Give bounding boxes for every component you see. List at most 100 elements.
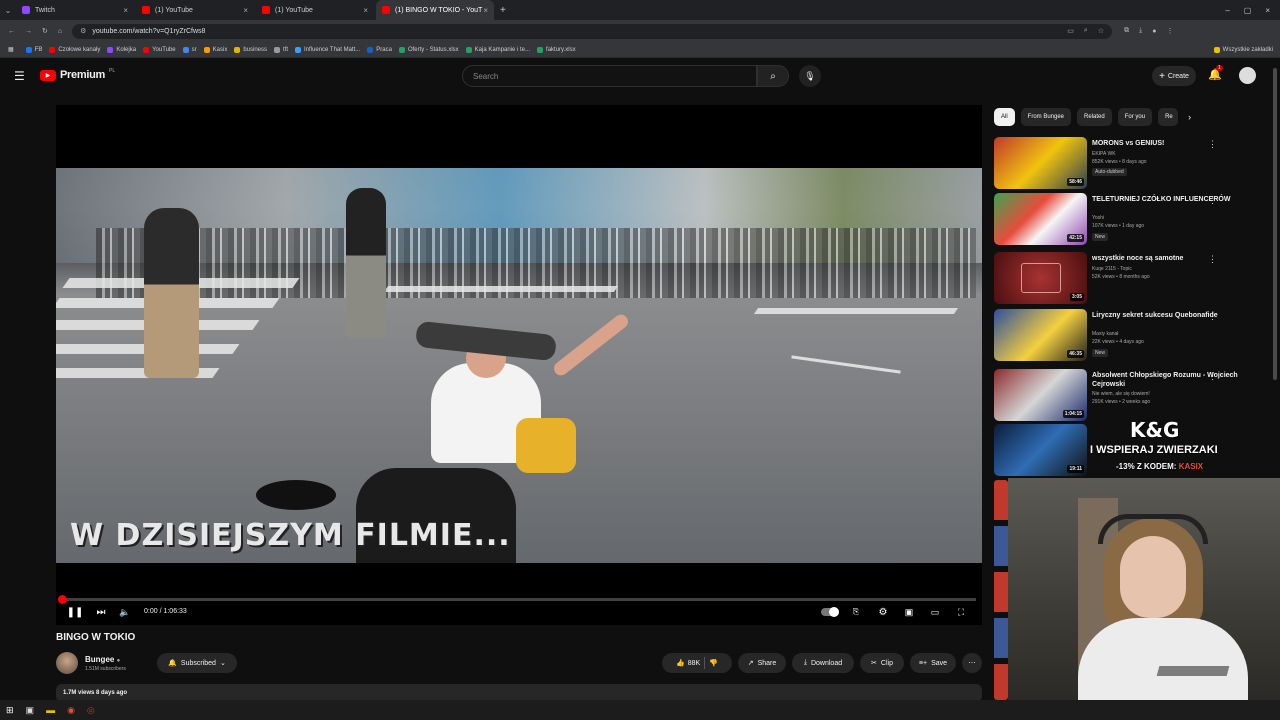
chip-all[interactable]: All xyxy=(994,108,1015,126)
bookmark-item[interactable]: Czołowe kanały xyxy=(49,46,100,53)
more-icon[interactable]: ⋮ xyxy=(1208,311,1217,322)
video-frame[interactable]: W DZISIEJSZYM FILMIE... xyxy=(56,168,982,563)
bookmark-item[interactable]: Oferty - Status.xlsx xyxy=(398,46,459,53)
voice-search-button[interactable]: 🎙 xyxy=(799,65,821,87)
video-thumbnail[interactable]: 46:35 xyxy=(994,309,1087,361)
notifications-button[interactable]: 🔔 1 xyxy=(1208,65,1223,81)
create-button[interactable]: + Create xyxy=(1152,66,1196,86)
cast-icon[interactable]: ▭ xyxy=(1067,27,1074,35)
apps-icon[interactable]: ▦ xyxy=(8,46,14,53)
subtitles-button[interactable]: ⎘ xyxy=(849,605,863,619)
bookmark-item[interactable]: business xyxy=(234,46,267,53)
download-button[interactable]: ⤓ Download xyxy=(792,653,854,673)
browser-tab-youtube-2[interactable]: (1) YouTube × xyxy=(256,0,374,20)
browser-menu-icon[interactable]: ⋮ xyxy=(1166,27,1173,35)
close-icon[interactable]: × xyxy=(483,6,488,15)
more-actions-button[interactable]: ⋯ xyxy=(962,653,982,673)
search-input[interactable]: Search xyxy=(462,65,757,87)
video-thumbnail[interactable]: 1:04:15 xyxy=(994,369,1087,421)
more-icon[interactable]: ⋮ xyxy=(1208,139,1217,150)
fullscreen-button[interactable]: ⛶ xyxy=(954,605,968,619)
reload-icon[interactable]: ↻ xyxy=(42,27,48,35)
bookmark-item[interactable]: faktury.xlsx xyxy=(537,46,576,53)
download-icon[interactable]: ⤓ xyxy=(1139,27,1142,35)
bookmark-item[interactable]: Praca xyxy=(367,46,392,53)
bookmark-item[interactable]: Influence That Matt... xyxy=(295,46,360,53)
clip-button[interactable]: ✂ Clip xyxy=(860,653,904,673)
minimize-icon[interactable]: – xyxy=(1225,6,1229,15)
bookmark-item[interactable]: YouTube xyxy=(143,46,176,53)
pause-button[interactable]: ❚❚ xyxy=(67,605,84,619)
bookmark-item[interactable]: Kaja Kampanie i te... xyxy=(465,46,530,53)
chip-for-you[interactable]: For you xyxy=(1117,108,1153,126)
close-window-icon[interactable]: × xyxy=(1265,6,1270,15)
close-icon[interactable]: × xyxy=(363,6,368,15)
progress-scrubber[interactable] xyxy=(58,595,67,604)
progress-bar[interactable] xyxy=(58,595,976,604)
subscribed-button[interactable]: 🔔 Subscribed ⌄ xyxy=(157,653,237,673)
theater-mode-button[interactable]: ▭ xyxy=(928,605,942,619)
app-icon[interactable]: ◎ xyxy=(87,705,95,716)
bookmark-item[interactable]: tft xyxy=(274,46,288,53)
dislike-button[interactable]: 👎 xyxy=(709,659,718,667)
chrome-icon[interactable]: ◉ xyxy=(67,705,75,716)
all-bookmarks[interactable]: Wszystkie zakładki xyxy=(1213,46,1273,53)
youtube-logo[interactable]: ▶ Premium PL xyxy=(40,68,115,81)
home-icon[interactable]: ⌂ xyxy=(58,28,62,35)
search-button[interactable]: ⌕ xyxy=(757,65,789,87)
channel-avatar[interactable] xyxy=(56,652,78,674)
account-avatar[interactable] xyxy=(1239,67,1256,84)
miniplayer-button[interactable]: ▣ xyxy=(902,605,916,619)
back-icon[interactable]: ← xyxy=(8,28,15,35)
video-thumbnail[interactable]: 19:11 xyxy=(994,424,1087,476)
video-player[interactable]: W DZISIEJSZYM FILMIE... ❚❚ ⏭ 🔈 0:00 / 1:… xyxy=(56,105,982,625)
bookmark-item[interactable]: FB xyxy=(25,46,42,53)
bookmark-item[interactable]: sr xyxy=(182,46,197,53)
bookmark-item[interactable]: Kasix xyxy=(203,46,227,53)
more-icon[interactable]: ⋮ xyxy=(1208,371,1217,382)
channel-name[interactable]: Bungee ● xyxy=(85,655,120,664)
chip-recently-uploaded[interactable]: Re xyxy=(1158,108,1179,126)
file-explorer-icon[interactable]: ▬ xyxy=(46,705,55,715)
video-thumbnail[interactable]: 58:46 xyxy=(994,137,1087,189)
star-icon[interactable]: ☆ xyxy=(1098,27,1104,35)
like-button[interactable]: 👍 88K xyxy=(676,659,700,668)
maximize-icon[interactable]: ▢ xyxy=(1244,6,1252,15)
sidebar-scrollbar[interactable] xyxy=(1273,68,1277,380)
duration-badge: 19:11 xyxy=(1067,465,1084,473)
settings-gear-icon[interactable]: ⚙ xyxy=(876,605,890,619)
autoplay-toggle[interactable] xyxy=(820,605,840,619)
more-icon[interactable]: ⋮ xyxy=(1208,195,1217,206)
chip-related[interactable]: Related xyxy=(1077,108,1112,126)
save-button[interactable]: ≡+ Save xyxy=(910,653,956,673)
close-icon[interactable]: × xyxy=(123,6,128,15)
volume-button[interactable]: 🔈 xyxy=(118,605,132,619)
recommendation-item[interactable]: 42:15 TELETURNIEJ CZÓŁKO INFLUENCERÓW Yo… xyxy=(994,193,1270,245)
close-icon[interactable]: × xyxy=(243,6,248,15)
video-thumbnail[interactable]: 3:05 xyxy=(994,252,1087,304)
task-view-icon[interactable]: ▣ xyxy=(26,705,35,716)
recommendation-item[interactable]: 46:35 Liryczny sekret sukcesu Quebonafid… xyxy=(994,309,1270,361)
tab-menu-icon[interactable]: ⌄ xyxy=(0,6,16,15)
recommendation-item[interactable]: 3:05 wszystkie noce są samotne Kuqe 2115… xyxy=(994,252,1270,304)
next-button[interactable]: ⏭ xyxy=(94,605,108,619)
chip-from-channel[interactable]: From Bungee xyxy=(1020,108,1072,126)
browser-tab-active[interactable]: (1) BINGO W TOKIO - YouT × xyxy=(376,0,494,20)
url-field[interactable]: ⚙ youtube.com/watch?v=Q1ryZrCfws8 ▭ ⌕ ☆ xyxy=(72,23,1113,39)
forward-icon[interactable]: → xyxy=(25,28,32,35)
windows-start-icon[interactable]: ⊞ xyxy=(6,705,14,716)
video-thumbnail[interactable]: 42:15 xyxy=(994,193,1087,245)
share-button[interactable]: ↗ Share xyxy=(738,653,786,673)
chevron-right-icon[interactable]: › xyxy=(1188,108,1191,126)
recommendation-item[interactable]: 58:46 MORONS vs GENIUS! EKIPA WK 852K vi… xyxy=(994,137,1270,189)
bookmark-item[interactable]: Kolejka xyxy=(107,46,136,53)
extensions-icon[interactable]: ⧉ xyxy=(1124,27,1129,35)
more-icon[interactable]: ⋮ xyxy=(1208,254,1217,265)
browser-tab-twitch[interactable]: Twitch × xyxy=(16,0,134,20)
site-info-icon[interactable]: ⚙ xyxy=(80,27,86,35)
profile-icon[interactable]: ● xyxy=(1152,28,1156,35)
hamburger-menu-icon[interactable]: ☰ xyxy=(14,69,25,83)
browser-tab-youtube-1[interactable]: (1) YouTube × xyxy=(136,0,254,20)
new-tab-button[interactable]: + xyxy=(500,5,506,16)
zoom-icon[interactable]: ⌕ xyxy=(1084,27,1088,35)
